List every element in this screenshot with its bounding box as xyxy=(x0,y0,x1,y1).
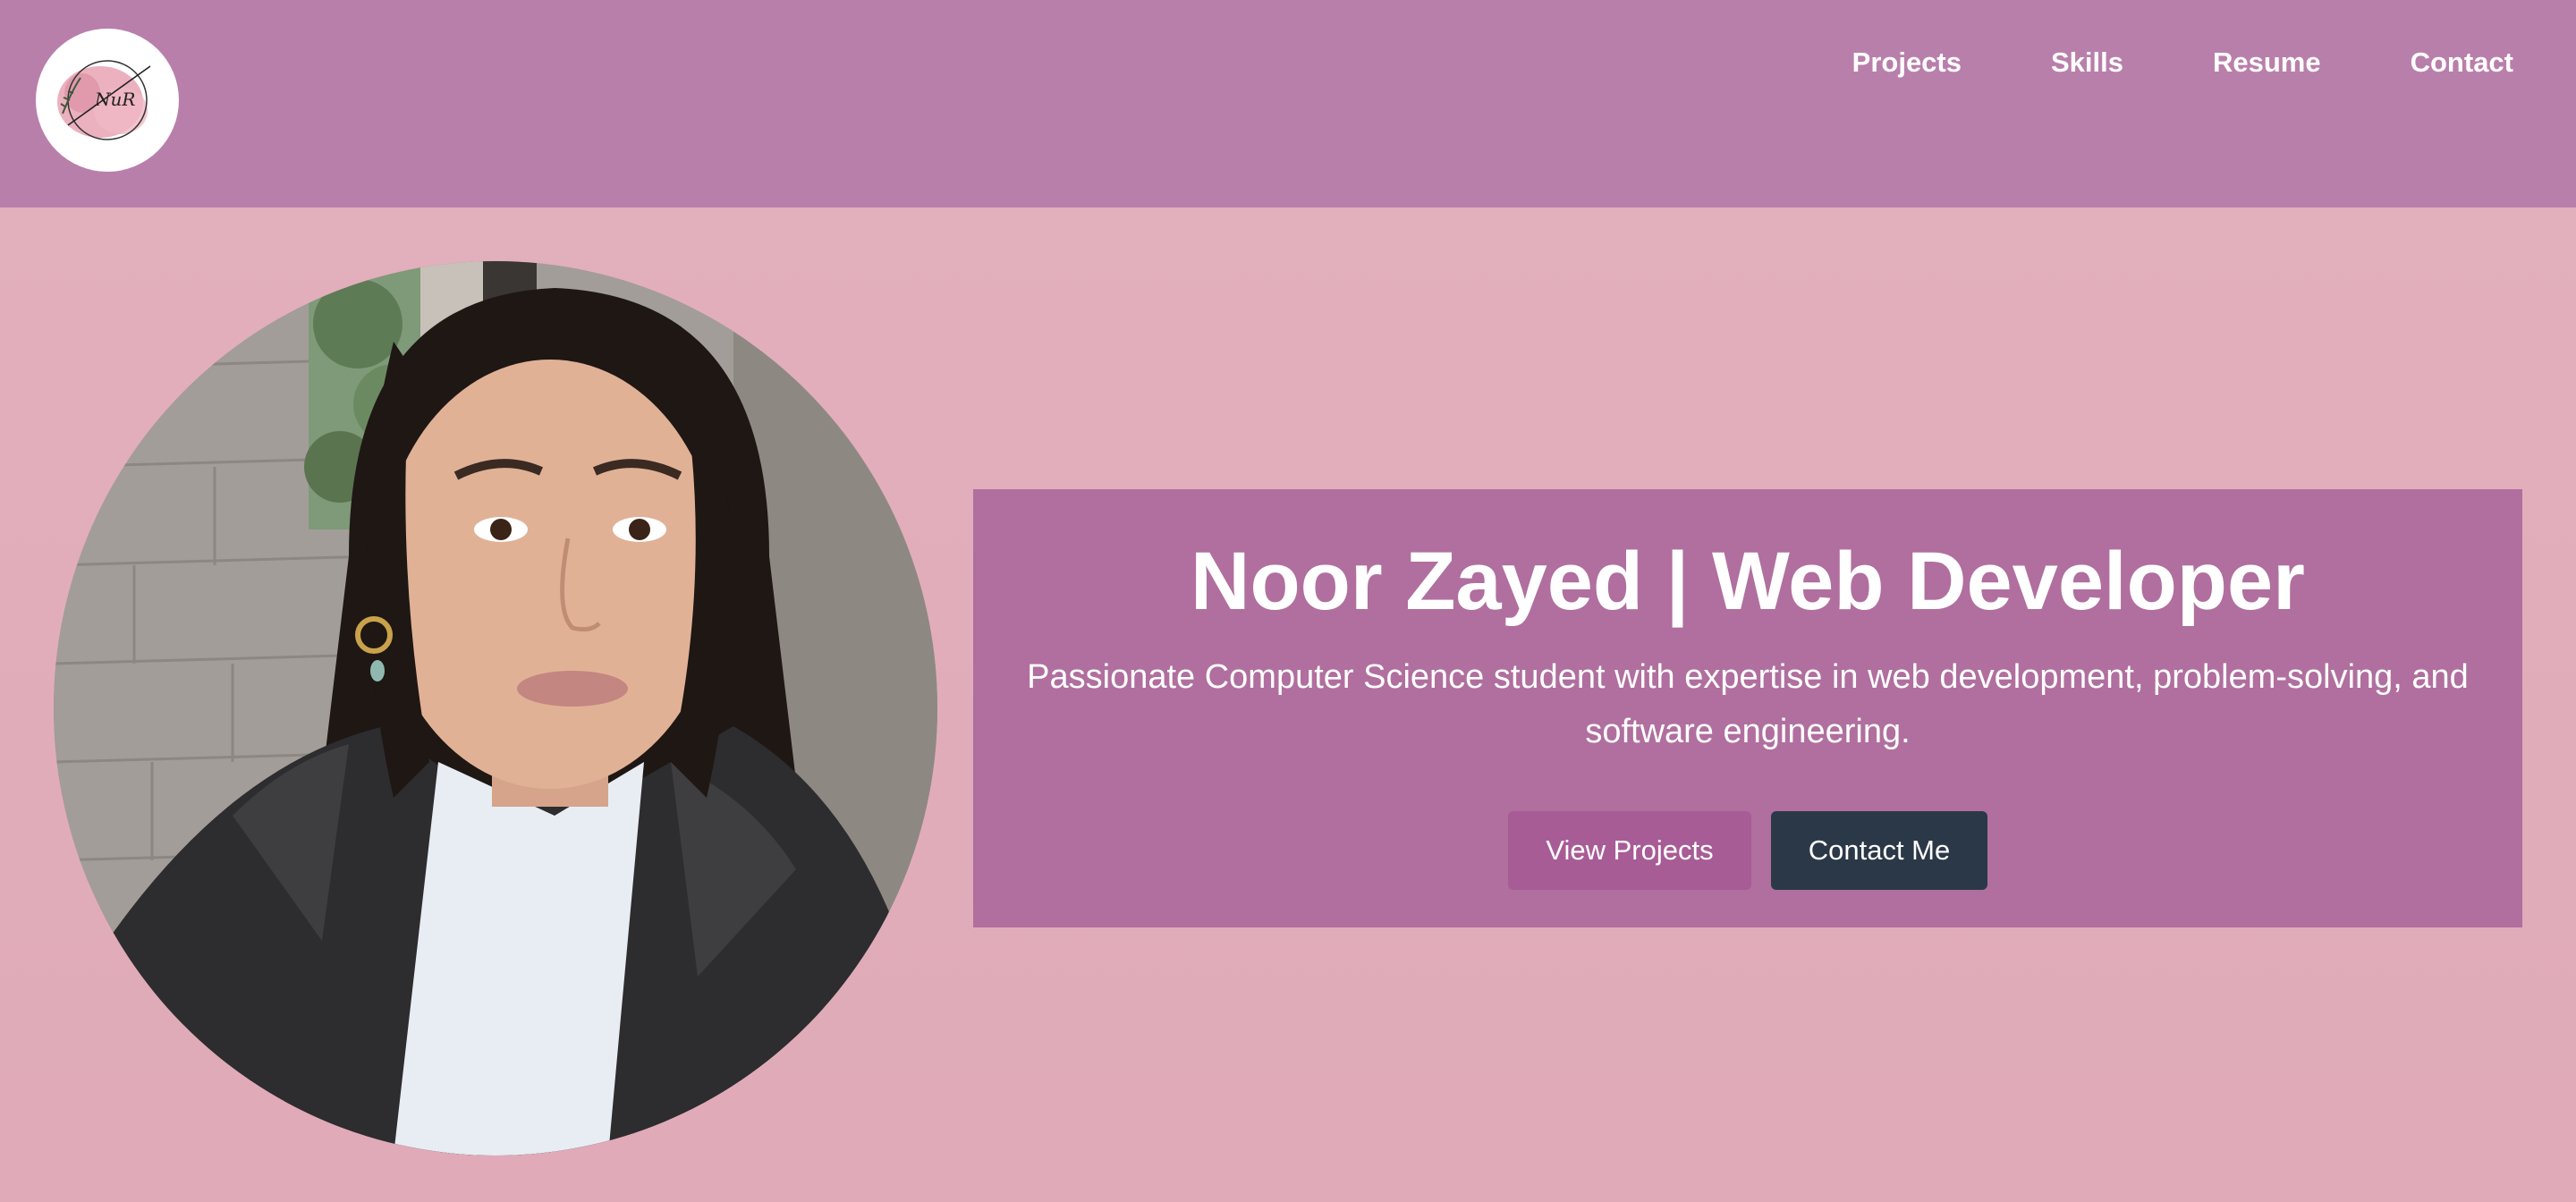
nav-link-resume[interactable]: Resume xyxy=(2213,43,2321,82)
site-header: NuR Projects Skills Resume Contact xyxy=(0,0,2576,207)
profile-photo-image xyxy=(54,261,937,1155)
svg-text:NuR: NuR xyxy=(94,89,135,110)
hero-subtitle: Passionate Computer Science student with… xyxy=(1027,658,2469,750)
logo-icon: NuR xyxy=(57,60,151,140)
hero-buttons: View Projects Contact Me xyxy=(973,811,2522,890)
hero-card: Noor Zayed | Web Developer Passionate Co… xyxy=(973,489,2522,927)
profile-photo xyxy=(54,261,937,1155)
nav-link-projects[interactable]: Projects xyxy=(1852,43,1962,82)
nav-link-skills[interactable]: Skills xyxy=(2051,43,2123,82)
logo[interactable]: NuR xyxy=(36,29,179,172)
nav-link-contact[interactable]: Contact xyxy=(2411,43,2513,82)
view-projects-button[interactable]: View Projects xyxy=(1508,811,1751,890)
main-nav: Projects Skills Resume Contact xyxy=(1763,43,2513,82)
hero-title: Noor Zayed | Web Developer xyxy=(1191,536,2305,627)
contact-me-button[interactable]: Contact Me xyxy=(1771,811,1987,890)
